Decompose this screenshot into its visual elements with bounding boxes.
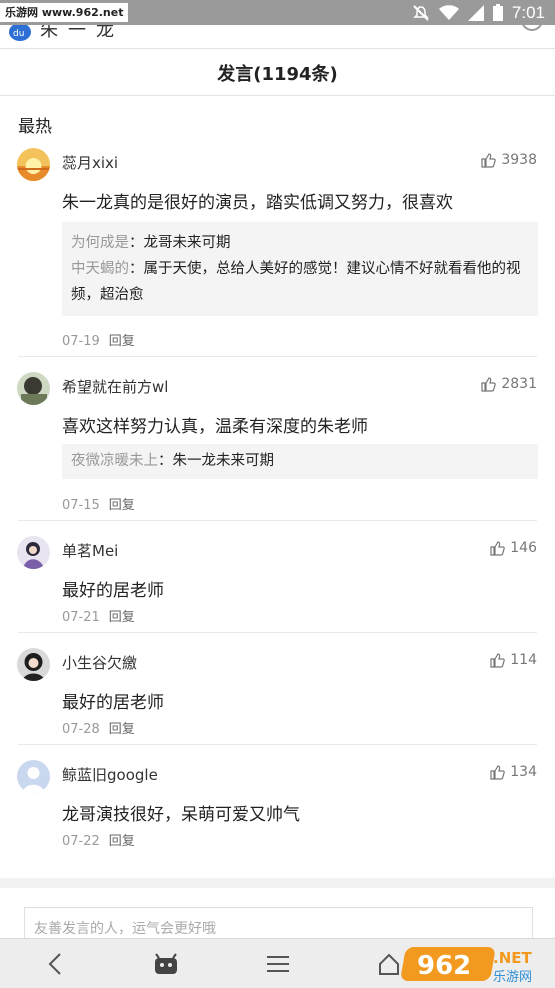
- battery-icon: [492, 4, 503, 21]
- svg-text:乐游网: 乐游网: [493, 970, 532, 985]
- avatar[interactable]: [17, 536, 50, 569]
- reply-author: 为何成是: [71, 235, 129, 251]
- wifi-icon: [438, 4, 459, 20]
- back-button[interactable]: [40, 950, 70, 978]
- like-count: 134: [510, 764, 537, 780]
- comment-date: 07-28: [62, 722, 100, 737]
- comment-meta: 07-15 回复: [62, 494, 135, 513]
- baidu-logo-icon[interactable]: du: [8, 25, 32, 43]
- reply-box: 夜微凉暖未上：朱一龙未来可期: [62, 444, 538, 479]
- avatar[interactable]: [17, 760, 50, 793]
- comment-text: 朱一龙真的是很好的演员，踏实低调又努力，很喜欢: [62, 193, 453, 213]
- section-separator: [0, 878, 555, 888]
- like-count: 3938: [501, 152, 537, 168]
- signal-icon: [467, 4, 484, 21]
- status-time: 7:01: [511, 2, 545, 22]
- hamburger-menu-icon: [267, 956, 289, 972]
- section-title-hot: 最热: [18, 117, 52, 137]
- reply-box: 为何成是：龙哥未来可期 中天蝎的：属于天使，总给人美好的感觉！建议心情不好就看看…: [62, 222, 538, 316]
- username[interactable]: 希望就在前方wl: [62, 376, 168, 397]
- svg-text:.NET: .NET: [493, 949, 532, 967]
- back-arrow-icon: [48, 953, 61, 975]
- comment-input-area: 友善发言的人，运气会更好哦: [0, 888, 555, 947]
- reply-button[interactable]: 回复: [109, 722, 135, 737]
- divider: [18, 520, 537, 521]
- like-button[interactable]: 2831: [481, 376, 537, 392]
- thumbs-up-icon: [490, 764, 506, 780]
- reply-button[interactable]: 回复: [109, 834, 135, 849]
- menu-button[interactable]: [263, 950, 293, 978]
- thumbs-up-icon: [481, 376, 497, 392]
- username[interactable]: 鲸蓝旧google: [62, 764, 158, 785]
- comment-date: 07-21: [62, 610, 100, 625]
- thumbs-up-icon: [490, 652, 506, 668]
- comment-date: 07-15: [62, 498, 100, 513]
- like-count: 146: [510, 540, 537, 556]
- home-button[interactable]: [374, 950, 404, 978]
- reply-text: ：属于天使，总给人美好的感觉！建议心情不好就看看他的视频，超治愈: [71, 261, 521, 303]
- app-title: 朱一龙: [40, 25, 124, 41]
- status-watermark: 乐游网 www.962.net: [0, 3, 129, 22]
- comment-meta: 07-22 回复: [62, 830, 135, 849]
- status-icons: 7:01: [412, 0, 545, 25]
- reply-item[interactable]: 夜微凉暖未上：朱一龙未来可期: [71, 448, 529, 474]
- avatar[interactable]: [17, 372, 50, 405]
- divider: [18, 356, 537, 357]
- comment-meta: 07-21 回复: [62, 606, 135, 625]
- app-bar: du 朱一龙: [0, 25, 555, 49]
- thumbs-up-icon: [481, 152, 497, 168]
- comment-text: 最好的居老师: [62, 693, 164, 713]
- username[interactable]: 小生谷欠繳: [62, 652, 137, 673]
- username[interactable]: 蕊月xixi: [62, 152, 118, 173]
- reply-author: 夜微凉暖未上: [71, 453, 158, 469]
- like-button[interactable]: 146: [490, 540, 537, 556]
- like-button[interactable]: 3938: [481, 152, 537, 168]
- menu-circle-icon[interactable]: [521, 25, 543, 31]
- svg-text:962: 962: [417, 951, 471, 981]
- comment-meta: 07-19 回复: [62, 330, 135, 349]
- reply-author: 中天蝎的: [71, 261, 129, 277]
- android-robot-icon: [155, 953, 177, 974]
- like-count: 114: [510, 652, 537, 668]
- comment-date: 07-19: [62, 334, 100, 349]
- app-switch-button[interactable]: [151, 950, 181, 978]
- like-button[interactable]: 134: [490, 764, 537, 780]
- svg-text:du: du: [13, 29, 24, 39]
- avatar[interactable]: [17, 648, 50, 681]
- reply-text: ：朱一龙未来可期: [158, 453, 274, 469]
- comment-text: 喜欢这样努力认真，温柔有深度的朱老师: [62, 417, 368, 437]
- site-watermark-logo: 962 .NET 乐游网: [401, 947, 532, 985]
- thumbs-up-icon: [490, 540, 506, 556]
- username[interactable]: 单茗Mei: [62, 540, 118, 561]
- reply-item[interactable]: 为何成是：龙哥未来可期: [71, 230, 529, 256]
- comment-date: 07-22: [62, 834, 100, 849]
- status-bar: 乐游网 www.962.net 7:01: [0, 0, 555, 25]
- divider: [18, 632, 537, 633]
- page-title: 发言(1194条): [217, 63, 338, 85]
- like-button[interactable]: 114: [490, 652, 537, 668]
- comment-text: 龙哥演技很好，呆萌可爱又帅气: [62, 805, 300, 825]
- comment-text: 最好的居老师: [62, 581, 164, 601]
- page-header: 发言(1194条): [0, 50, 555, 96]
- reply-button[interactable]: 回复: [109, 610, 135, 625]
- divider: [18, 744, 537, 745]
- mute-icon: [413, 4, 429, 21]
- home-icon: [379, 953, 399, 975]
- reply-item[interactable]: 中天蝎的：属于天使，总给人美好的感觉！建议心情不好就看看他的视频，超治愈: [71, 256, 529, 308]
- comment-meta: 07-28 回复: [62, 718, 135, 737]
- avatar[interactable]: [17, 148, 50, 181]
- like-count: 2831: [501, 376, 537, 392]
- reply-button[interactable]: 回复: [109, 334, 135, 349]
- reply-text: ：龙哥未来可期: [129, 235, 231, 251]
- reply-button[interactable]: 回复: [109, 498, 135, 513]
